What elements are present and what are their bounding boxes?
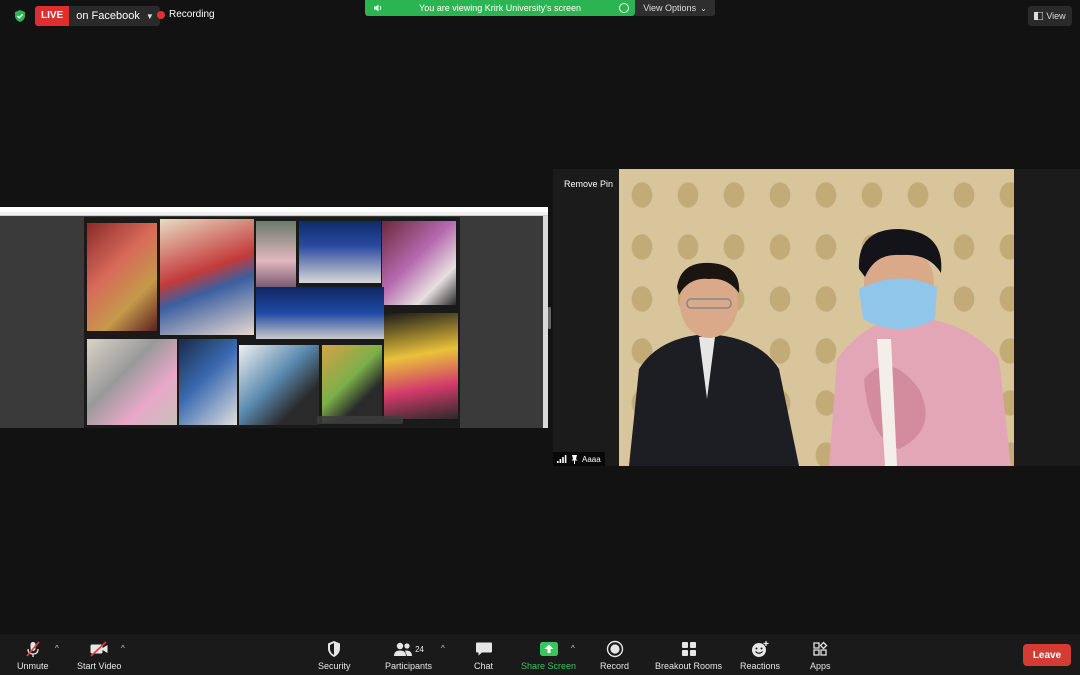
meeting-toolbar: Unmute ^ Start Video ^ Security 24 Parti… (0, 634, 1080, 675)
chevron-down-icon: ⌄ (700, 3, 707, 13)
chat-label: Chat (474, 661, 494, 671)
participants-icon: 24 (393, 640, 424, 658)
photo (382, 221, 456, 305)
participants-chevron-icon[interactable]: ^ (441, 644, 445, 653)
speaker-icon[interactable] (373, 3, 383, 13)
photo (160, 219, 254, 335)
signal-icon (557, 455, 567, 463)
participants-label: Participants (385, 661, 433, 671)
live-target: on Facebook (76, 10, 140, 22)
photo (239, 345, 319, 425)
photo (256, 287, 384, 339)
breakout-rooms-button[interactable]: Breakout Rooms (655, 640, 722, 671)
share-screen-label: Share Screen (521, 661, 577, 671)
apps-icon (812, 640, 828, 658)
participant-video (619, 169, 1014, 466)
pdf-page-toolbar[interactable] (317, 416, 403, 424)
share-options-chevron-icon[interactable]: ^ (571, 644, 575, 653)
status-ring-icon (619, 3, 629, 13)
security-button[interactable]: Security (318, 640, 351, 671)
view-label: View (1046, 11, 1066, 21)
share-screen-icon (539, 640, 559, 658)
video-off-icon (89, 640, 109, 658)
record-dot-icon (157, 10, 165, 19)
live-badge: LIVE (35, 6, 70, 26)
share-screen-button[interactable]: Share Screen (521, 640, 576, 671)
participants-count: 24 (415, 644, 424, 654)
photo (299, 221, 381, 283)
view-grid-icon (1034, 12, 1044, 20)
security-label: Security (318, 661, 351, 671)
participant-name-tag: Aaaa (553, 452, 605, 466)
record-icon (606, 640, 624, 658)
recording-indicator[interactable]: Recording (157, 9, 215, 20)
record-label: Record (600, 661, 630, 671)
start-video-button[interactable]: Start Video (77, 640, 121, 671)
chat-button[interactable]: Chat (474, 640, 493, 671)
remove-pin-button[interactable]: Remove Pin (564, 179, 613, 189)
recording-label: Recording (169, 9, 215, 20)
participants-button[interactable]: 24 Participants (385, 640, 432, 671)
banner-text: You are viewing Krirk University's scree… (419, 3, 581, 13)
unmute-label: Unmute (17, 661, 49, 671)
chat-icon (475, 640, 493, 658)
photo (87, 339, 177, 425)
leave-button[interactable]: Leave (1023, 644, 1071, 666)
participants-figures (629, 229, 1011, 466)
photo-collage (84, 217, 460, 428)
start-video-label: Start Video (77, 661, 122, 671)
shared-window-menubar (0, 212, 548, 216)
split-handle[interactable] (548, 307, 551, 329)
view-button[interactable]: View (1028, 6, 1072, 26)
tile-padding (1014, 169, 1080, 466)
audio-options-chevron-icon[interactable]: ^ (55, 644, 59, 653)
shared-screen[interactable] (0, 207, 548, 428)
photo (179, 339, 237, 425)
photo (384, 313, 458, 419)
apps-label: Apps (810, 661, 831, 671)
security-shield-icon[interactable] (13, 9, 27, 23)
breakout-rooms-label: Breakout Rooms (655, 661, 723, 671)
shield-icon (326, 640, 342, 658)
pin-icon (571, 454, 578, 464)
photo (87, 223, 157, 331)
photo (256, 221, 296, 287)
live-stream-menu[interactable]: LIVE on Facebook ▼ (35, 6, 160, 26)
reactions-button[interactable]: Reactions (740, 640, 780, 671)
reactions-label: Reactions (740, 661, 781, 671)
apps-button[interactable]: Apps (810, 640, 831, 671)
screen-share-banner: You are viewing Krirk University's scree… (365, 0, 635, 16)
unmute-button[interactable]: Unmute (17, 640, 49, 671)
breakout-rooms-icon (681, 640, 697, 658)
participant-name: Aaaa (582, 454, 601, 464)
record-button[interactable]: Record (600, 640, 629, 671)
view-options-label: View Options (643, 3, 697, 13)
reactions-icon (750, 640, 770, 658)
view-options-button[interactable]: View Options ⌄ (635, 0, 715, 16)
pinned-video-tile[interactable]: Remove Pin Aaaa (553, 169, 1080, 466)
video-options-chevron-icon[interactable]: ^ (121, 644, 125, 653)
mic-muted-icon (24, 640, 42, 658)
photo (322, 345, 382, 423)
